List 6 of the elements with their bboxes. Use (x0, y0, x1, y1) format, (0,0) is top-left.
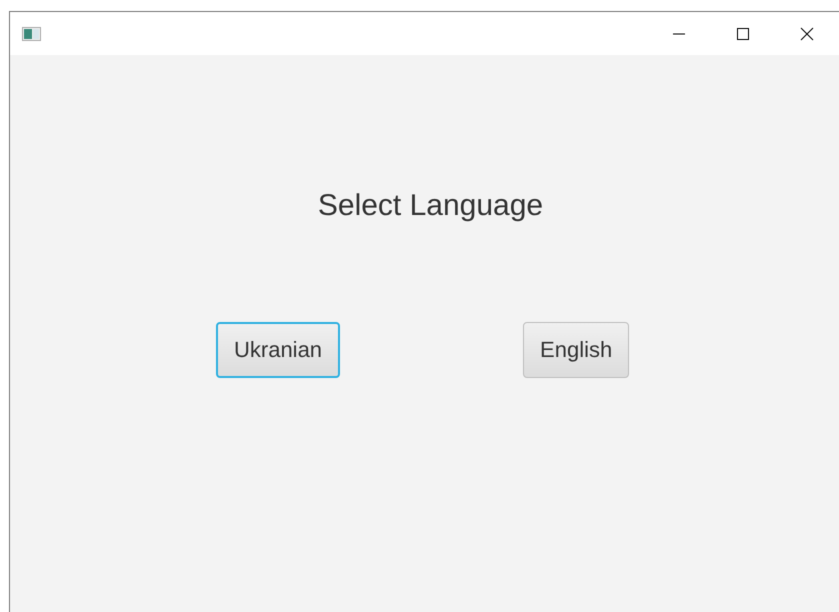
heading: Select Language (318, 189, 544, 223)
language-button[interactable]: English (523, 322, 630, 378)
language-button[interactable]: Ukranian (216, 322, 340, 378)
close-icon[interactable] (800, 26, 814, 40)
maximize-icon[interactable] (736, 26, 750, 40)
app-icon (22, 26, 41, 40)
